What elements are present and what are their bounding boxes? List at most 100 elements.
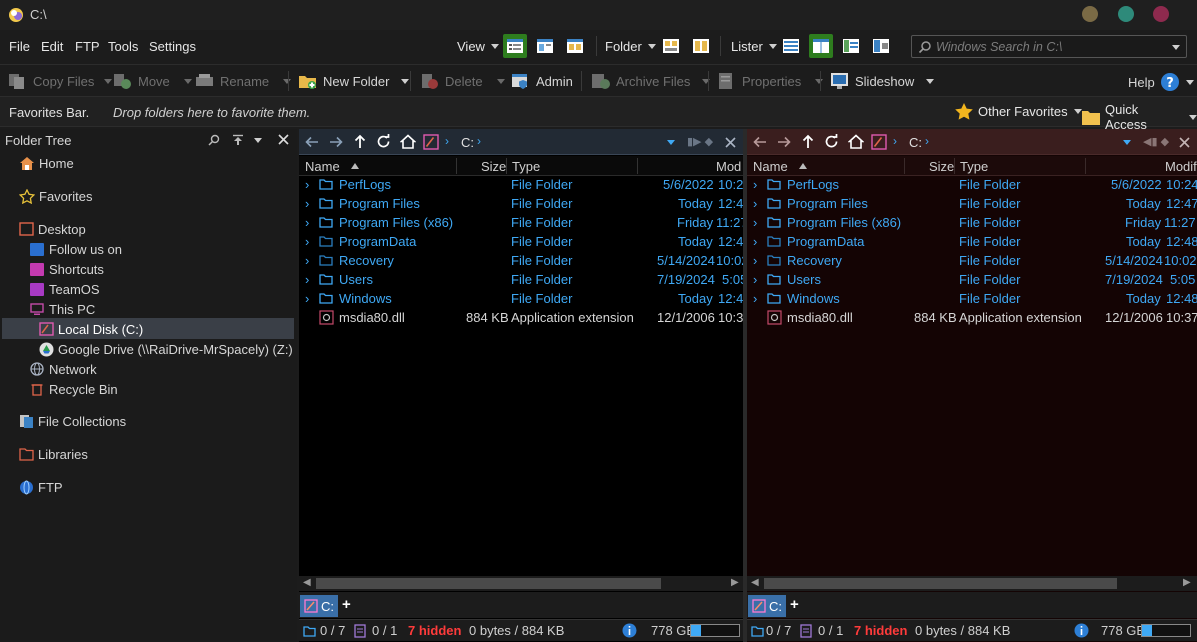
- folder-menu[interactable]: Folder: [605, 39, 656, 54]
- add-tab-button[interactable]: +: [790, 596, 799, 613]
- expand-chevron-icon[interactable]: ›: [305, 196, 309, 211]
- table-row[interactable]: › Users File Folder 7/19/2024 5:05: [299, 270, 747, 289]
- expand-chevron-icon[interactable]: ›: [305, 234, 309, 249]
- search-dropdown-icon[interactable]: [1172, 45, 1180, 50]
- tree-item-libraries[interactable]: Libraries: [19, 444, 88, 464]
- table-row[interactable]: › Windows File Folder Today 12:48: [747, 289, 1197, 308]
- table-row[interactable]: › Program Files (x86) File Folder Friday 11:…: [299, 213, 748, 232]
- power-view-button[interactable]: [533, 34, 557, 58]
- expand-chevron-icon[interactable]: ›: [305, 291, 309, 306]
- scroll-right-icon[interactable]: ▶: [1183, 577, 1191, 588]
- tree-item-follow-us[interactable]: Follow us on: [30, 239, 122, 259]
- collapse-up-icon[interactable]: [232, 134, 244, 146]
- expand-chevron-icon[interactable]: ›: [305, 215, 309, 230]
- menu-tools[interactable]: Tools: [108, 39, 138, 54]
- tree-item-desktop[interactable]: Desktop: [19, 219, 86, 239]
- tab-c[interactable]: C:: [748, 595, 786, 617]
- table-row[interactable]: › Recovery File Folder 5/14/2024 10:02: [299, 251, 749, 270]
- view-menu[interactable]: View: [457, 39, 499, 54]
- folder-layout-2-button[interactable]: [689, 34, 713, 58]
- tree-item-home[interactable]: Home: [19, 153, 74, 173]
- refresh-icon[interactable]: [824, 134, 839, 149]
- tree-item-local-disk[interactable]: Local Disk (C:): [39, 319, 143, 339]
- scroll-left-icon[interactable]: ◀: [751, 577, 759, 588]
- details-view-button[interactable]: [503, 34, 527, 58]
- maximize-button[interactable]: [1118, 6, 1134, 22]
- forward-arrow-icon[interactable]: [777, 135, 791, 149]
- menu-file[interactable]: File: [9, 39, 30, 54]
- left-file-lister[interactable]: › C: › ▮▶ ◆ Name Size Type Mod › PerfLogs…: [299, 129, 751, 642]
- path-dropdown-icon[interactable]: [667, 140, 675, 145]
- tree-item-ftp[interactable]: FTP: [19, 477, 63, 497]
- expand-chevron-icon[interactable]: ›: [753, 215, 757, 230]
- back-arrow-icon[interactable]: [305, 135, 319, 149]
- expand-chevron-icon[interactable]: ›: [753, 253, 757, 268]
- scrollbar-thumb[interactable]: [316, 578, 661, 589]
- path-dropdown-icon[interactable]: [1123, 140, 1131, 145]
- expand-chevron-icon[interactable]: ›: [753, 177, 757, 192]
- scroll-right-icon[interactable]: ▶: [731, 577, 739, 588]
- column-size[interactable]: Size: [481, 159, 506, 174]
- hidden-count[interactable]: 7 hidden: [854, 623, 907, 638]
- refresh-icon[interactable]: [376, 134, 391, 149]
- minimize-button[interactable]: [1082, 6, 1098, 22]
- forward-arrow-icon[interactable]: [329, 135, 343, 149]
- dual-lister-button[interactable]: [809, 34, 833, 58]
- tree-item-google-drive[interactable]: Google Drive (\\RaiDrive-MrSpacely) (Z:): [39, 339, 293, 359]
- admin-button[interactable]: Admin: [511, 72, 573, 90]
- tree-item-this-pc[interactable]: This PC: [30, 299, 95, 319]
- expand-chevron-icon[interactable]: ›: [753, 196, 757, 211]
- path-segment[interactable]: C:: [461, 135, 474, 150]
- table-row[interactable]: msdia80.dll 884 KB Application extension 12…: [299, 308, 751, 327]
- column-modified[interactable]: Modifi: [1165, 159, 1197, 174]
- menu-ftp[interactable]: FTP: [75, 39, 100, 54]
- table-row[interactable]: › Program Files File Folder Today 12:47: [299, 194, 751, 213]
- path-segment[interactable]: C:: [909, 135, 922, 150]
- lister-mode-icons[interactable]: ◀▮ ◆: [1143, 135, 1169, 148]
- tree-item-network[interactable]: Network: [30, 359, 97, 379]
- tree-item-shortcuts[interactable]: Shortcuts: [30, 259, 104, 279]
- tree-item-favorites[interactable]: Favorites: [19, 186, 92, 206]
- copy-files-button[interactable]: Copy Files: [8, 72, 113, 90]
- table-row[interactable]: › Program Files File Folder Today 12:47: [747, 194, 1197, 213]
- archive-files-button[interactable]: Archive Files: [591, 72, 711, 90]
- close-lister-icon[interactable]: [1179, 137, 1190, 148]
- column-modified[interactable]: Mod: [716, 159, 741, 174]
- hidden-count[interactable]: 7 hidden: [408, 623, 461, 638]
- expand-chevron-icon[interactable]: ›: [305, 272, 309, 287]
- menu-edit[interactable]: Edit: [41, 39, 63, 54]
- search-icon[interactable]: [208, 134, 220, 146]
- expand-chevron-icon[interactable]: ›: [753, 291, 757, 306]
- close-button[interactable]: [1153, 6, 1169, 22]
- tree-lister-button[interactable]: [839, 34, 863, 58]
- other-favorites-button[interactable]: Other Favorites: [954, 102, 1082, 121]
- quick-access-button[interactable]: Quick Access: [1081, 102, 1197, 132]
- home-icon[interactable]: [848, 134, 864, 149]
- lister-menu[interactable]: Lister: [731, 39, 777, 54]
- thumbnails-view-button[interactable]: [563, 34, 587, 58]
- folder-layout-1-button[interactable]: [659, 34, 683, 58]
- close-icon[interactable]: [278, 134, 289, 145]
- properties-button[interactable]: Properties: [717, 72, 824, 90]
- rename-button[interactable]: Rename: [195, 72, 292, 90]
- column-name[interactable]: Name: [305, 159, 340, 174]
- table-row[interactable]: msdia80.dll 884 KB Application extension 12…: [747, 308, 1197, 327]
- delete-button[interactable]: Delete: [420, 72, 505, 90]
- column-type[interactable]: Type: [512, 159, 540, 174]
- tree-item-recycle-bin[interactable]: Recycle Bin: [30, 379, 118, 399]
- search-input[interactable]: Windows Search in C:\: [911, 35, 1187, 58]
- table-row[interactable]: › Windows File Folder Today 12:48: [299, 289, 751, 308]
- column-name[interactable]: Name: [753, 159, 788, 174]
- tree-item-file-collections[interactable]: File Collections: [19, 411, 126, 431]
- expand-chevron-icon[interactable]: ›: [305, 177, 309, 192]
- scroll-left-icon[interactable]: ◀: [303, 577, 311, 588]
- lister-mode-icons[interactable]: ▮▶ ◆: [687, 135, 713, 148]
- info-icon[interactable]: [1074, 623, 1089, 638]
- up-arrow-icon[interactable]: [801, 134, 815, 149]
- right-file-lister[interactable]: › C: › ◀▮ ◆ Name Size Type Modifi › PerfL…: [747, 129, 1197, 642]
- tree-options-icon[interactable]: [254, 138, 262, 143]
- menu-settings[interactable]: Settings: [149, 39, 196, 54]
- move-button[interactable]: Move: [113, 72, 192, 90]
- favorites-bar[interactable]: Favorites Bar. Drop folders here to favo…: [0, 96, 1197, 132]
- table-row[interactable]: › Users File Folder 7/19/2024 5:05: [747, 270, 1197, 289]
